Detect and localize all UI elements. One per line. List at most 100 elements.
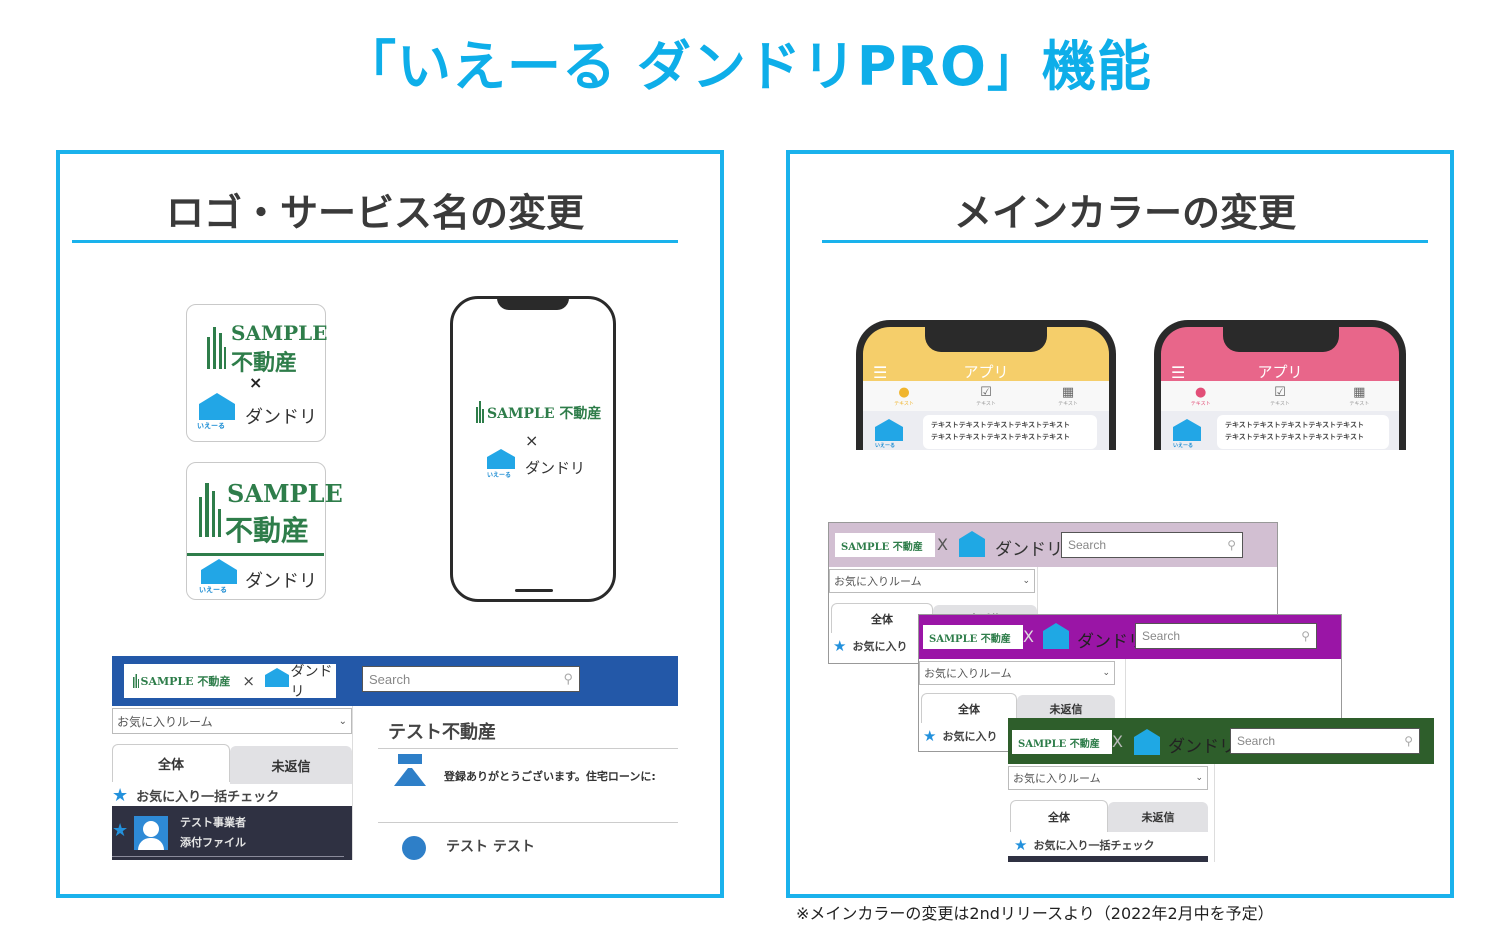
tab-all[interactable]: 全体 bbox=[1010, 800, 1108, 832]
web-app-mock-green: SAMPLE 不動産 X ダンドリ Search ⚲ お気に入りルーム ⌄ 全体 未… bbox=[1008, 718, 1434, 862]
ieru-house-icon bbox=[1043, 623, 1071, 659]
service-name: ダンドリ bbox=[525, 459, 586, 477]
phone-notch bbox=[1223, 327, 1339, 352]
room-name: テスト事業者 bbox=[180, 816, 246, 829]
favorite-check-all[interactable]: ★ お気に入り一括チェック bbox=[112, 784, 352, 806]
search-icon: ⚲ bbox=[1404, 734, 1413, 748]
brand-name: SAMPLE 不動産 bbox=[841, 541, 923, 553]
room-list-item[interactable]: ★ テスト事業者 添付ファイル bbox=[112, 806, 352, 860]
panel-heading: ロゴ・サービス名の変更 bbox=[165, 191, 584, 235]
times-sign: X bbox=[1112, 732, 1123, 751]
header-logo[interactable]: SAMPLE 不動産 bbox=[1012, 730, 1112, 754]
calendar-icon: ▦ bbox=[1353, 384, 1366, 400]
header-logo[interactable]: SAMPLE 不動産 bbox=[835, 533, 935, 557]
search-placeholder: Search bbox=[1142, 629, 1181, 643]
app-tab-chat[interactable]: ● テキスト bbox=[1191, 384, 1211, 407]
brand-bars-icon bbox=[199, 483, 221, 537]
app-header: SAMPLE 不動産 X ダンドリ Search ⚲ bbox=[919, 615, 1341, 659]
room-sub: 添付ファイル bbox=[180, 836, 246, 849]
logo-change-panel: ロゴ・サービス名の変更 SAMPLE 不動産 × いえーる ダンドリ SAMPL… bbox=[56, 150, 724, 898]
star-icon: ★ bbox=[1014, 836, 1028, 854]
room-select-value: お気に入りルーム bbox=[834, 575, 922, 588]
brand-name: SAMPLE 不動産 bbox=[140, 675, 231, 688]
chevron-down-icon: ⌄ bbox=[1102, 668, 1110, 678]
ieru-house-icon bbox=[959, 531, 987, 567]
avatar bbox=[134, 816, 168, 850]
app-tab-chat[interactable]: ● テキスト bbox=[894, 384, 914, 407]
room-select[interactable]: お気に入りルーム ⌄ bbox=[919, 661, 1115, 685]
service-name: ダンドリ bbox=[290, 664, 333, 700]
brand-bars-icon bbox=[133, 674, 139, 688]
tab-unreplied[interactable]: 未返信 bbox=[1108, 802, 1208, 832]
app-title: アプリ bbox=[963, 363, 1009, 381]
app-title: アプリ bbox=[1257, 363, 1303, 381]
favorite-check-all[interactable]: ★ お気に入り bbox=[923, 727, 997, 745]
tab-unreplied[interactable]: 未返信 bbox=[230, 746, 352, 784]
favorite-check-label: お気に入り一括チェック bbox=[136, 789, 280, 805]
phone-notch bbox=[925, 327, 1047, 352]
brand-jp: 不動産 bbox=[231, 350, 298, 376]
room-select-value: お気に入りルーム bbox=[117, 714, 213, 729]
times-sign: × bbox=[249, 373, 263, 392]
home-indicator bbox=[515, 589, 553, 592]
search-placeholder: Search bbox=[369, 671, 411, 687]
message-item[interactable]: テスト テスト bbox=[388, 830, 678, 860]
chevron-down-icon: ⌄ bbox=[1022, 576, 1030, 586]
room-list-item[interactable] bbox=[1008, 856, 1208, 862]
message-bubble: テキストテキストテキストテキストテキスト テキストテキストテキストテキストテキス… bbox=[1217, 415, 1389, 449]
search-icon: ⚲ bbox=[1301, 629, 1310, 643]
room-select[interactable]: お気に入りルーム ⌄ bbox=[829, 569, 1035, 593]
message-name: テスト テスト bbox=[446, 839, 535, 855]
app-tab-calendar-check[interactable]: ☑ テキスト bbox=[976, 385, 996, 407]
app-tab-calendar[interactable]: ▦ テキスト bbox=[1058, 384, 1078, 407]
panel-heading: メインカラーの変更 bbox=[953, 191, 1296, 235]
brand-jp: 不動産 bbox=[225, 514, 310, 547]
star-icon: ★ bbox=[112, 784, 129, 806]
brand-bars-icon bbox=[207, 327, 226, 369]
room-select[interactable]: お気に入りルーム ⌄ bbox=[112, 708, 352, 734]
room-select[interactable]: お気に入りルーム ⌄ bbox=[1008, 766, 1208, 790]
app-tab-bar: ● テキスト ☑ テキスト ▦ テキスト bbox=[863, 381, 1109, 411]
tab-all[interactable]: 全体 bbox=[921, 693, 1017, 723]
room-select-value: お気に入りルーム bbox=[924, 667, 1012, 680]
app-header: SAMPLE 不動産 × ダンドリ Search ⚲ bbox=[112, 656, 678, 706]
footnote: ※メインカラーの変更は2ndリリースより（2022年2月中を予定） bbox=[796, 904, 1274, 923]
ieru-house-icon: いえーる bbox=[197, 393, 237, 433]
favorite-check-all[interactable]: ★ お気に入り一括チェック bbox=[1014, 836, 1154, 854]
phone-splash-mock: SAMPLE 不動産 × いえーる ダンドリ bbox=[450, 296, 616, 602]
app-tab-bar: ● テキスト ☑ テキスト ▦ テキスト bbox=[1161, 381, 1399, 411]
search-input[interactable]: Search ⚲ bbox=[362, 666, 580, 692]
message-item[interactable]: 登録ありがとうございます。住宅ローンに: bbox=[388, 754, 678, 814]
chevron-down-icon: ⌄ bbox=[1195, 773, 1203, 783]
search-placeholder: Search bbox=[1068, 538, 1107, 552]
ieru-house-icon: いえーる bbox=[487, 449, 519, 479]
favorite-check-all[interactable]: ★ お気に入り bbox=[833, 637, 907, 655]
app-tab-calendar-check[interactable]: ☑ テキスト bbox=[1270, 384, 1290, 407]
times-sign: × bbox=[525, 431, 539, 450]
tab-all[interactable]: 全体 bbox=[112, 744, 230, 782]
chat-icon: ● bbox=[1194, 384, 1207, 400]
ieru-house-icon bbox=[264, 668, 289, 694]
ieru-house-icon: いえーる bbox=[875, 419, 903, 449]
app-tab-calendar[interactable]: ▦ テキスト bbox=[1349, 384, 1369, 407]
column-divider bbox=[352, 706, 353, 860]
ieru-house-icon: いえーる bbox=[199, 559, 239, 599]
calendar-check-icon: ☑ bbox=[1274, 384, 1286, 400]
header-logo[interactable]: SAMPLE 不動産 bbox=[923, 625, 1023, 649]
search-input[interactable]: Search ⚲ bbox=[1135, 623, 1317, 649]
search-input[interactable]: Search ⚲ bbox=[1230, 728, 1420, 754]
favorite-check-label: お気に入り bbox=[852, 640, 908, 653]
header-logo[interactable]: SAMPLE 不動産 × ダンドリ bbox=[124, 664, 336, 700]
divider bbox=[187, 553, 324, 556]
user-avatar-icon bbox=[394, 754, 426, 786]
logo-card-stacked: SAMPLE 不動産 いえーる ダンドリ bbox=[186, 462, 343, 600]
search-input[interactable]: Search ⚲ bbox=[1061, 532, 1243, 558]
logo-card-combined: SAMPLE 不動産 × いえーる ダンドリ bbox=[186, 304, 327, 442]
room-select-value: お気に入りルーム bbox=[1013, 772, 1101, 785]
star-icon: ★ bbox=[833, 637, 847, 655]
service-name: ダンドリ bbox=[245, 407, 317, 428]
chat-icon: ● bbox=[898, 384, 910, 400]
service-name: ダンドリ bbox=[245, 571, 317, 592]
calendar-icon: ▦ bbox=[1061, 384, 1075, 400]
chevron-down-icon: ⌄ bbox=[338, 715, 347, 727]
